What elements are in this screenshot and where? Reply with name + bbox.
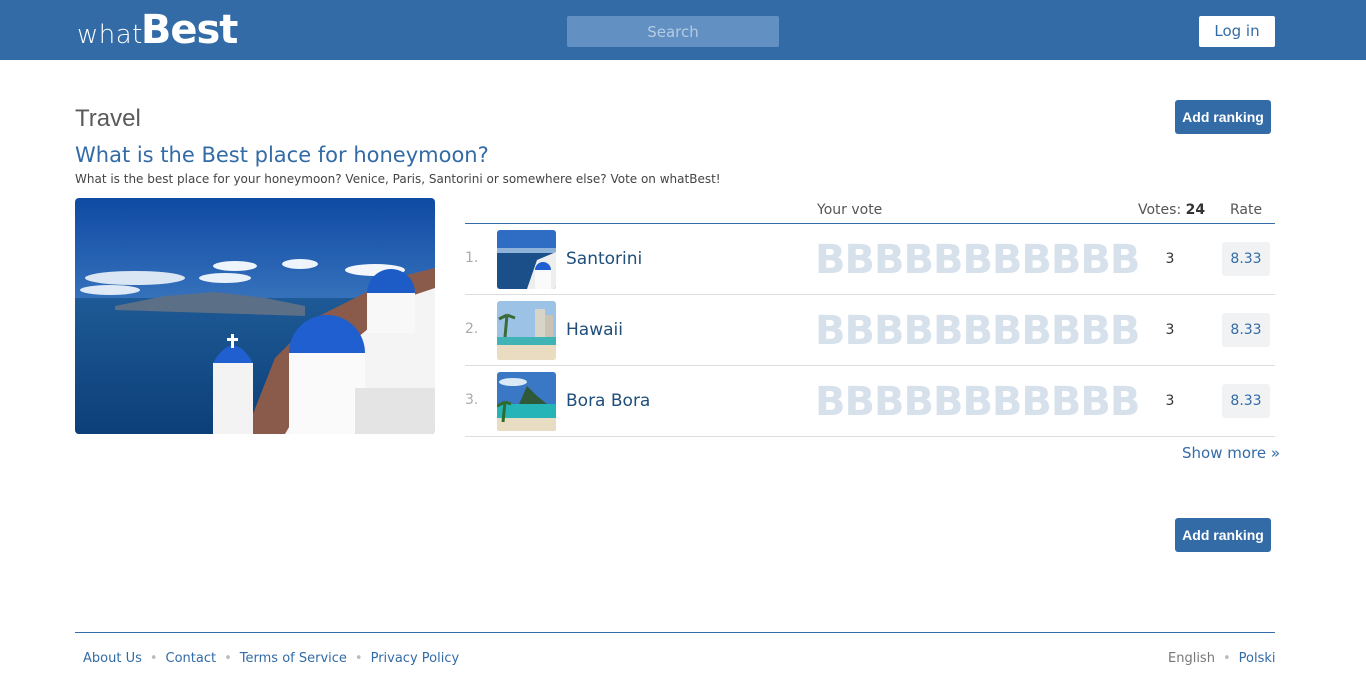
item-votes: 3	[1165, 251, 1175, 267]
logo-what: what	[77, 20, 143, 50]
table-row: 3. Bora Bora BBBBBBBBBBB 3 8.33	[465, 366, 1275, 437]
item-rate-badge: 8.33	[1222, 313, 1270, 347]
vote-rating-input[interactable]: BBBBBBBBBBB	[815, 379, 1140, 425]
footer-link-contact[interactable]: Contact	[166, 651, 217, 666]
footer-link-about[interactable]: About Us	[83, 651, 142, 666]
language-english[interactable]: English	[1168, 651, 1215, 666]
item-rate-badge: 8.33	[1222, 242, 1270, 276]
logo-best: Best	[140, 7, 239, 53]
language-polski[interactable]: Polski	[1239, 651, 1276, 666]
show-more-link[interactable]: Show more »	[1182, 444, 1280, 462]
language-switcher: English • Polski	[1168, 651, 1275, 666]
footer-divider	[75, 632, 1275, 633]
rank-number: 3.	[465, 392, 479, 408]
ranking-table: Your vote Votes: 24 Rate 1. Santorini BB…	[465, 198, 1275, 437]
add-ranking-button-top[interactable]: Add ranking	[1175, 100, 1271, 134]
vote-rating-input[interactable]: BBBBBBBBBBB	[815, 237, 1140, 283]
bora-bora-thumb	[497, 372, 556, 431]
search-input[interactable]	[567, 16, 779, 47]
item-rate-badge: 8.33	[1222, 384, 1270, 418]
votes-header-label: Votes:	[1138, 202, 1182, 218]
category-title: Travel	[75, 105, 141, 132]
footer-links: About Us • Contact • Terms of Service • Privac…	[83, 651, 459, 666]
item-votes: 3	[1165, 322, 1175, 338]
footer-link-terms[interactable]: Terms of Service	[240, 651, 347, 666]
item-name[interactable]: Bora Bora	[566, 391, 650, 411]
ranking-description: What is the best place for your honeymoo…	[75, 172, 721, 186]
add-ranking-button-bottom[interactable]: Add ranking	[1175, 518, 1271, 552]
votes-header: Votes: 24	[1138, 202, 1205, 218]
vote-rating-input[interactable]: BBBBBBBBBBB	[815, 308, 1140, 354]
hawaii-thumb	[497, 301, 556, 360]
footer-separator: •	[354, 651, 363, 666]
rank-number: 1.	[465, 250, 479, 266]
item-thumbnail-hawaii[interactable]	[497, 301, 556, 360]
footer-link-privacy[interactable]: Privacy Policy	[371, 651, 460, 666]
item-thumbnail-bora-bora[interactable]	[497, 372, 556, 431]
santorini-hero-illustration	[75, 198, 435, 434]
top-navbar: whatBest Log in	[0, 0, 1366, 60]
rank-number: 2.	[465, 321, 479, 337]
item-name[interactable]: Santorini	[566, 249, 642, 269]
site-logo[interactable]: whatBest	[77, 7, 239, 53]
footer-separator: •	[149, 651, 158, 666]
table-header: Your vote Votes: 24 Rate	[465, 198, 1275, 224]
ranking-hero-image[interactable]	[75, 198, 435, 434]
item-thumbnail-santorini[interactable]	[497, 230, 556, 289]
item-name[interactable]: Hawaii	[566, 320, 623, 340]
santorini-thumb	[497, 230, 556, 289]
language-separator: •	[1222, 651, 1231, 666]
footer-separator: •	[224, 651, 232, 666]
votes-total: 24	[1185, 202, 1206, 218]
ranking-title[interactable]: What is the Best place for honeymoon?	[75, 143, 489, 167]
table-row: 1. Santorini BBBBBBBBBBB 3 8.33	[465, 224, 1275, 295]
your-vote-header: Your vote	[817, 202, 883, 218]
login-button[interactable]: Log in	[1199, 16, 1275, 47]
rate-header: Rate	[1230, 202, 1263, 218]
item-votes: 3	[1165, 393, 1175, 409]
table-row: 2. Hawaii BBBBBBBBBBB 3 8.33	[465, 295, 1275, 366]
